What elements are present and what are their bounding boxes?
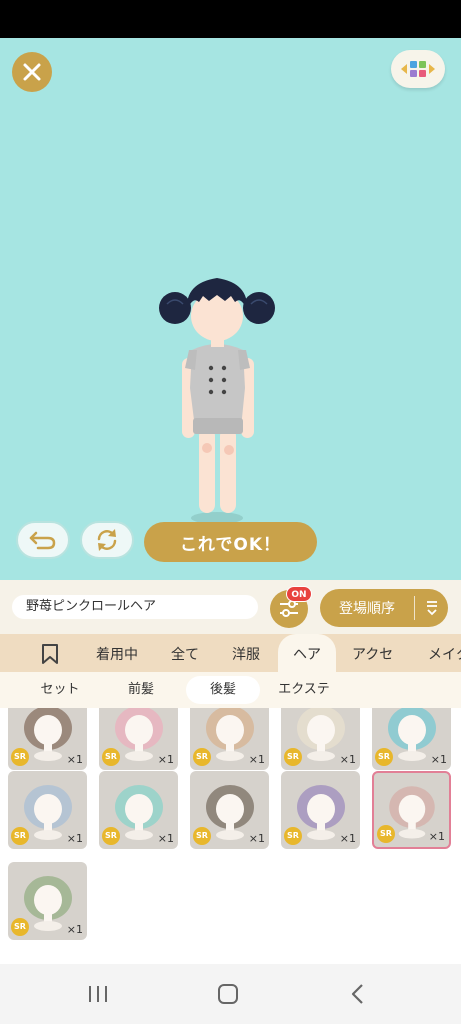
undo-icon [29, 531, 56, 550]
category-tabs: 着用中 全て 洋服 ヘア アクセ メイク [0, 634, 461, 672]
sort-toggle-icon[interactable] [415, 600, 448, 616]
tab-clothes[interactable]: 洋服 [232, 634, 260, 672]
tab-hair[interactable]: ヘア [278, 634, 336, 672]
rarity-badge: SR [102, 827, 120, 845]
hair-item-card[interactable]: SR ×1 [8, 771, 87, 849]
close-icon [23, 63, 41, 81]
avatar-character [159, 278, 275, 524]
avatar-stage: これでOK！ [0, 38, 461, 580]
rotate-button[interactable] [80, 521, 134, 559]
selected-item-name: 野苺ピンクロールヘア [12, 595, 258, 619]
palette-icon [401, 61, 435, 77]
system-nav-bar [0, 964, 461, 1024]
rarity-badge: SR [11, 827, 29, 845]
hair-item-card[interactable]: SR ×1 [372, 708, 451, 770]
filter-on-badge: ON [286, 586, 312, 602]
item-count: ×1 [430, 753, 447, 766]
rarity-badge: SR [11, 918, 29, 936]
item-count: ×1 [157, 832, 174, 845]
item-count: ×1 [428, 830, 445, 843]
hair-item-card[interactable]: SR ×1 [99, 708, 178, 770]
item-info-bar: 野苺ピンクロールヘア ON 登場順序 [0, 580, 461, 634]
item-count: ×1 [157, 753, 174, 766]
hair-item-card[interactable]: SR ×1 [8, 708, 87, 770]
recent-apps-icon [89, 986, 107, 1002]
item-count: ×1 [66, 832, 83, 845]
rarity-badge: SR [193, 827, 211, 845]
subtab-set[interactable]: セット [20, 676, 100, 704]
item-count: ×1 [66, 753, 83, 766]
rarity-badge: SR [377, 825, 395, 843]
rarity-badge: SR [102, 748, 120, 766]
hair-item-card[interactable]: SR ×1 [99, 771, 178, 849]
close-button[interactable] [12, 52, 52, 92]
hair-sub-tabs: セット 前髪 後髪 エクステ [0, 672, 461, 708]
rotate-icon [97, 529, 117, 551]
hair-item-card[interactable]: SR ×1 [372, 771, 451, 849]
home-button[interactable] [208, 978, 248, 1010]
tab-accessories[interactable]: アクセ [352, 634, 393, 672]
hair-item-card[interactable]: SR ×1 [281, 771, 360, 849]
sort-order-label: 登場順序 [339, 601, 395, 617]
item-count: ×1 [248, 832, 265, 845]
item-grid: SR ×1 SR ×1 SR ×1 SR ×1 SR ×1 SR ×1 SR ×1 SR ×1 SR ×1 SR ×1… [0, 708, 461, 964]
item-count: ×1 [339, 753, 356, 766]
tab-wearing[interactable]: 着用中 [96, 634, 138, 672]
subtab-back-hair[interactable]: 後髪 [186, 676, 260, 704]
subtab-front-hair[interactable]: 前髪 [108, 676, 174, 704]
item-count: ×1 [248, 753, 265, 766]
hair-item-card[interactable]: SR ×1 [8, 862, 87, 940]
hair-item-card[interactable]: SR ×1 [190, 708, 269, 770]
bookmark-icon[interactable] [40, 643, 60, 665]
hair-item-card[interactable]: SR ×1 [281, 708, 360, 770]
undo-button[interactable] [16, 521, 70, 559]
status-bar [0, 0, 461, 38]
rarity-badge: SR [375, 748, 393, 766]
home-icon [218, 984, 238, 1004]
rarity-badge: SR [11, 748, 29, 766]
tab-all[interactable]: 全て [171, 634, 199, 672]
rarity-badge: SR [284, 827, 302, 845]
back-icon [351, 984, 363, 1004]
sort-order-button[interactable]: 登場順序 [320, 589, 448, 627]
tab-makeup[interactable]: メイク [428, 634, 461, 672]
rarity-badge: SR [284, 748, 302, 766]
item-count: ×1 [339, 832, 356, 845]
color-palette-button[interactable] [391, 50, 445, 88]
recent-apps-button[interactable] [78, 978, 118, 1010]
item-count: ×1 [66, 923, 83, 936]
confirm-ok-button[interactable]: これでOK！ [144, 522, 317, 562]
subtab-extensions[interactable]: エクステ [266, 676, 342, 704]
rarity-badge: SR [193, 748, 211, 766]
hair-item-card[interactable]: SR ×1 [190, 771, 269, 849]
back-button[interactable] [338, 978, 378, 1010]
